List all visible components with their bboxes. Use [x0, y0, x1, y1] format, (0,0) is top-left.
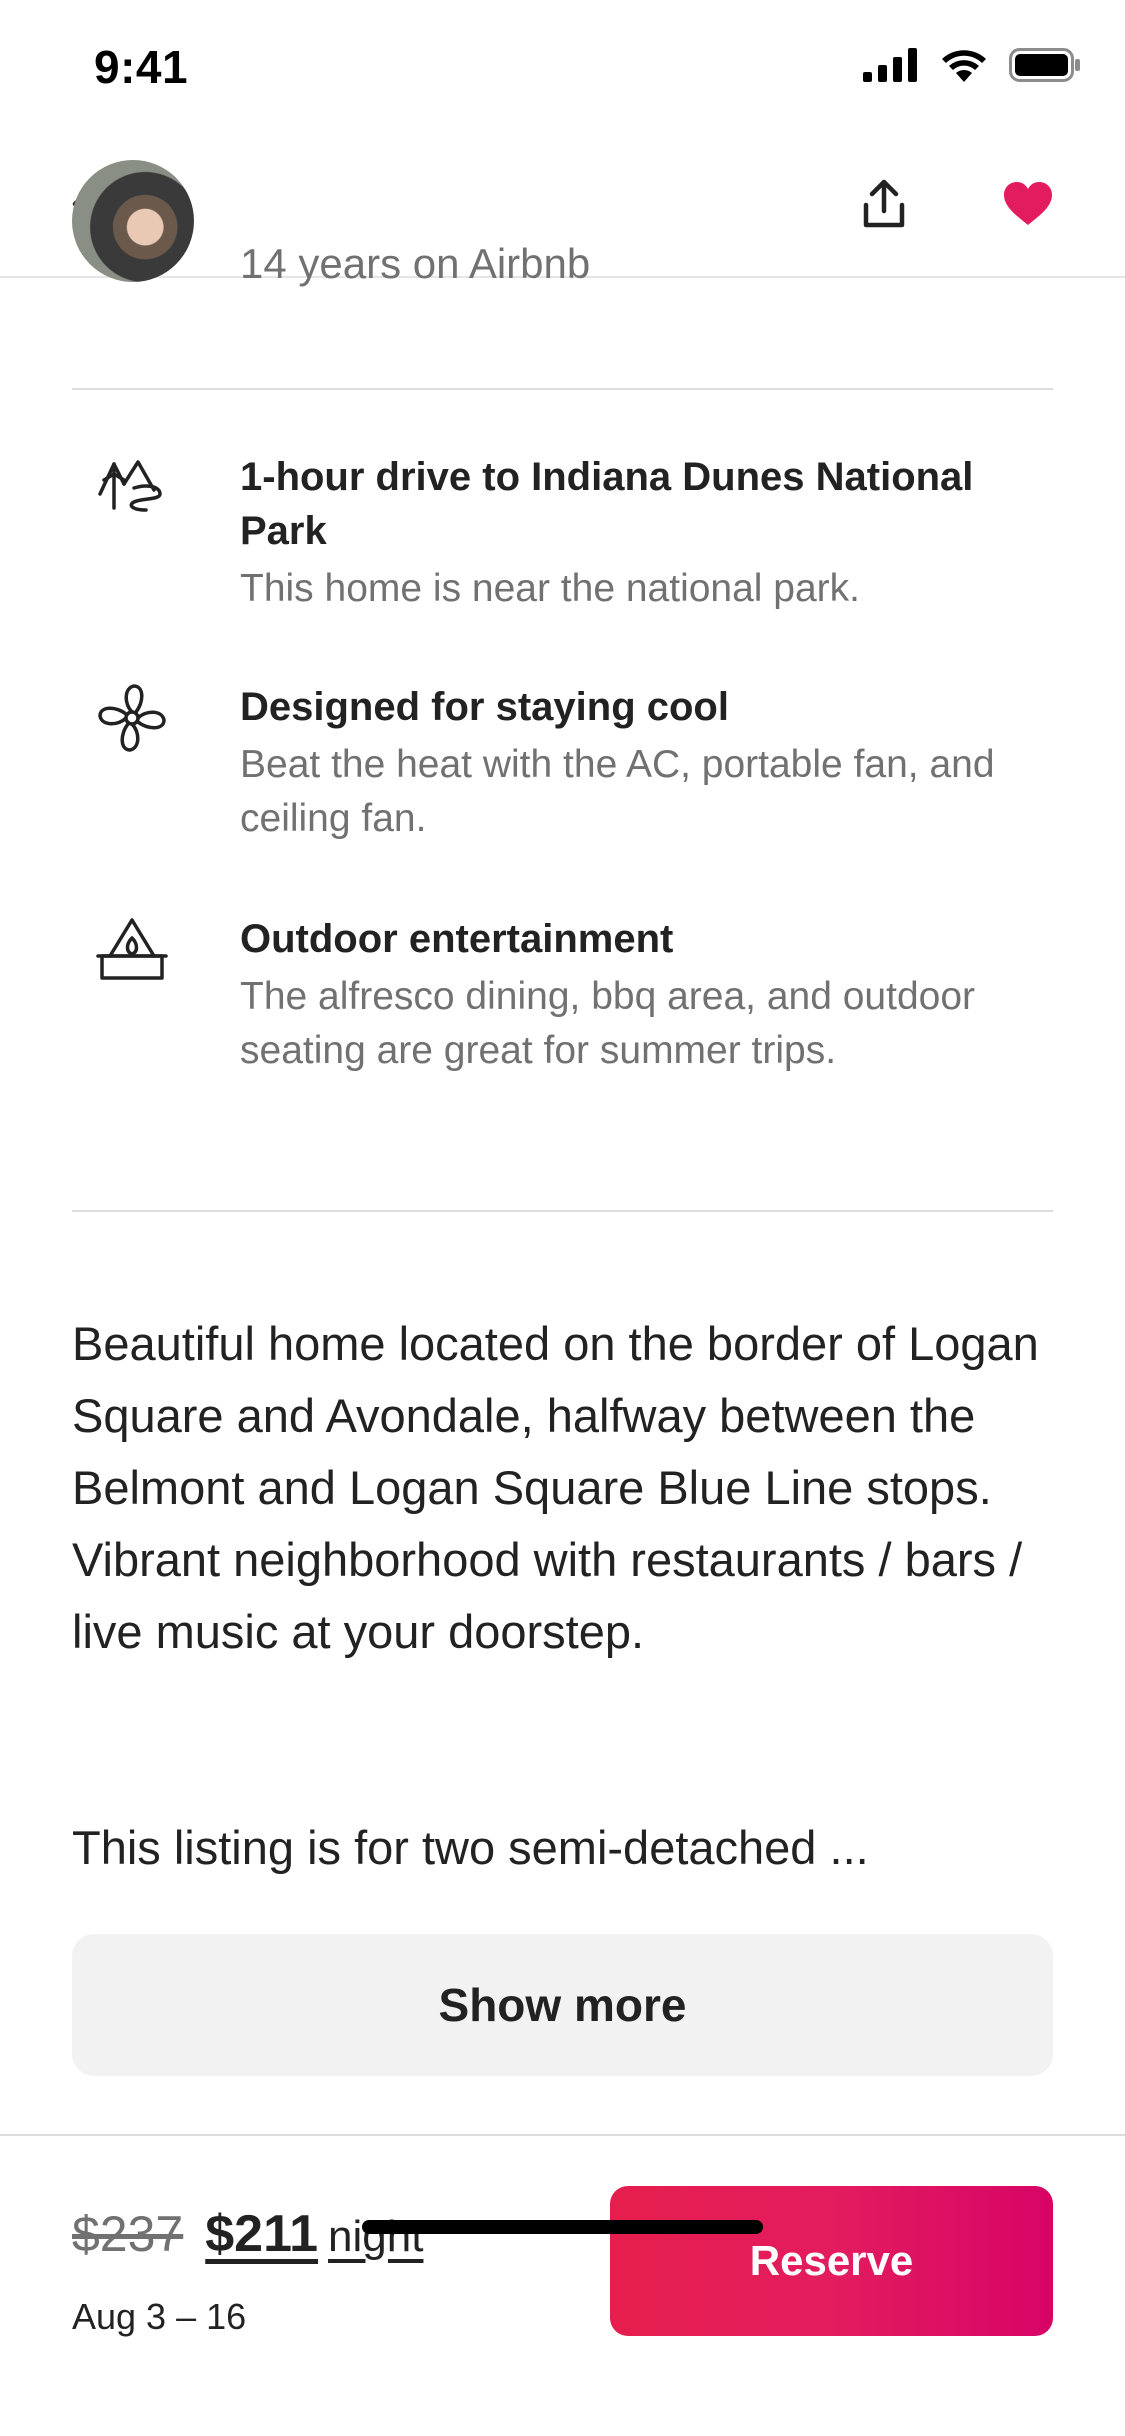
favorite-button[interactable] [996, 172, 1060, 236]
show-more-button[interactable]: Show more [72, 1934, 1053, 2076]
highlight-subtitle: Beat the heat with the AC, portable fan,… [240, 743, 995, 840]
host-years: 14 years on Airbnb [240, 240, 591, 287]
host-avatar-image [72, 160, 194, 282]
firepit-icon [94, 912, 170, 988]
highlight-text: Designed for staying cool Beat the heat … [240, 680, 1053, 846]
status-icons [863, 48, 1081, 82]
highlight-subtitle: This home is near the national park. [240, 567, 861, 610]
listing-screen: 9:41 14 years on Airbnb 1-hour drive to … [0, 0, 1125, 2436]
home-indicator[interactable] [362, 2220, 763, 2234]
fan-icon [94, 680, 170, 756]
divider [72, 388, 1053, 390]
host-summary: 14 years on Airbnb [72, 160, 1053, 410]
reserve-button[interactable]: Reserve [610, 2186, 1053, 2336]
price-row[interactable]: $237 $211 night [72, 2204, 423, 2264]
highlight-title: 1-hour drive to Indiana Dunes National P… [240, 455, 974, 553]
trip-dates[interactable]: Aug 3 – 16 [72, 2296, 246, 2338]
booking-bar: $237 $211 night Aug 3 – 16 Reserve [0, 2134, 1125, 2436]
host-avatar[interactable] [72, 160, 194, 330]
highlight-title: Designed for staying cool [240, 685, 729, 729]
mountain-icon [94, 450, 170, 526]
highlight-title: Outdoor entertainment [240, 917, 674, 961]
heart-filled-icon [1004, 182, 1052, 225]
original-price: $237 [72, 2206, 184, 2262]
highlight-subtitle: The alfresco dining, bbq area, and outdo… [240, 975, 976, 1072]
signal-icon [863, 48, 917, 82]
status-bar: 9:41 [0, 0, 1125, 132]
highlight-text: 1-hour drive to Indiana Dunes National P… [240, 450, 1053, 616]
nightly-price: $211 [205, 2205, 319, 2263]
share-icon [863, 179, 905, 228]
listing-description: Beautiful home located on the border of … [72, 1317, 1039, 1658]
share-button[interactable] [852, 172, 916, 236]
highlight-text: Outdoor entertainment The alfresco dinin… [240, 912, 1053, 1078]
listing-description-more: This listing is for two semi-detached ..… [72, 1821, 869, 1874]
divider [72, 1210, 1053, 1212]
wifi-icon [942, 50, 986, 82]
status-time: 9:41 [94, 41, 189, 93]
battery-icon [1009, 48, 1080, 82]
